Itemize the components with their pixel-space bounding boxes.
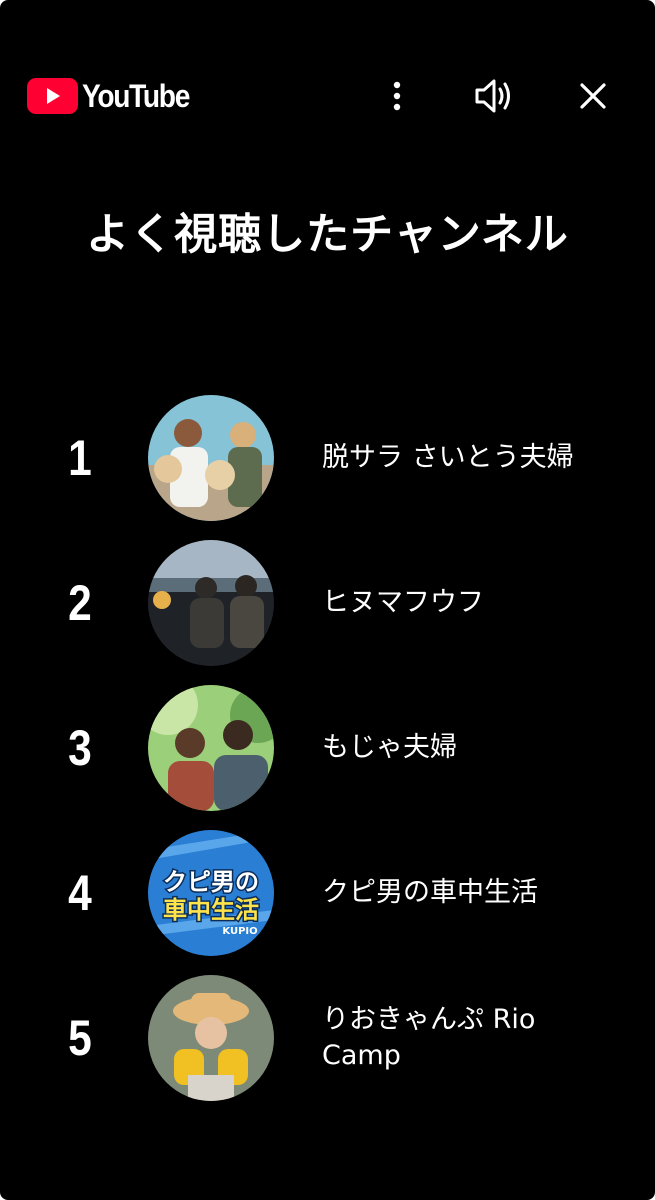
rank-number: 3: [68, 720, 92, 776]
channel-name[interactable]: もじゃ夫婦: [322, 683, 622, 813]
channel-avatar[interactable]: [148, 685, 274, 811]
channel-row-3[interactable]: 3 もじゃ夫婦: [0, 683, 655, 813]
channel-row-1[interactable]: 1 脱サラ さいとう夫婦: [0, 393, 655, 523]
channel-avatar[interactable]: [148, 975, 274, 1101]
rank-number: 1: [68, 430, 92, 486]
channel-name[interactable]: りおきゃんぷ Rio Camp: [322, 973, 622, 1103]
channel-list: 1 脱サラ さいとう夫婦 2 ヒヌマフウフ 3 もじゃ夫婦 4 クピ男の 車中生…: [0, 0, 655, 1200]
avatar-badge-line-1: クピ男の: [163, 868, 259, 896]
channel-name[interactable]: 脱サラ さいとう夫婦: [322, 393, 622, 523]
avatar-badge-line-3: KUPIO: [222, 926, 257, 937]
channel-row-4[interactable]: 4 クピ男の 車中生活 KUPIO クピ男の車中生活: [0, 828, 655, 958]
channel-avatar[interactable]: [148, 395, 274, 521]
channel-name[interactable]: クピ男の車中生活: [322, 828, 622, 958]
avatar-badge-line-2: 車中生活: [163, 896, 259, 924]
channel-row-2[interactable]: 2 ヒヌマフウフ: [0, 538, 655, 668]
channel-avatar[interactable]: [148, 540, 274, 666]
rank-number: 5: [68, 1010, 92, 1066]
story-card: YouTube よく視聴したチャンネル 1 脱サラ さいとう夫婦 2 ヒヌマフウ…: [0, 0, 655, 1200]
channel-row-5[interactable]: 5 りおきゃんぷ Rio Camp: [0, 973, 655, 1103]
channel-avatar[interactable]: クピ男の 車中生活 KUPIO: [148, 830, 274, 956]
channel-name[interactable]: ヒヌマフウフ: [322, 538, 622, 668]
rank-number: 4: [68, 865, 92, 921]
rank-number: 2: [68, 575, 92, 631]
